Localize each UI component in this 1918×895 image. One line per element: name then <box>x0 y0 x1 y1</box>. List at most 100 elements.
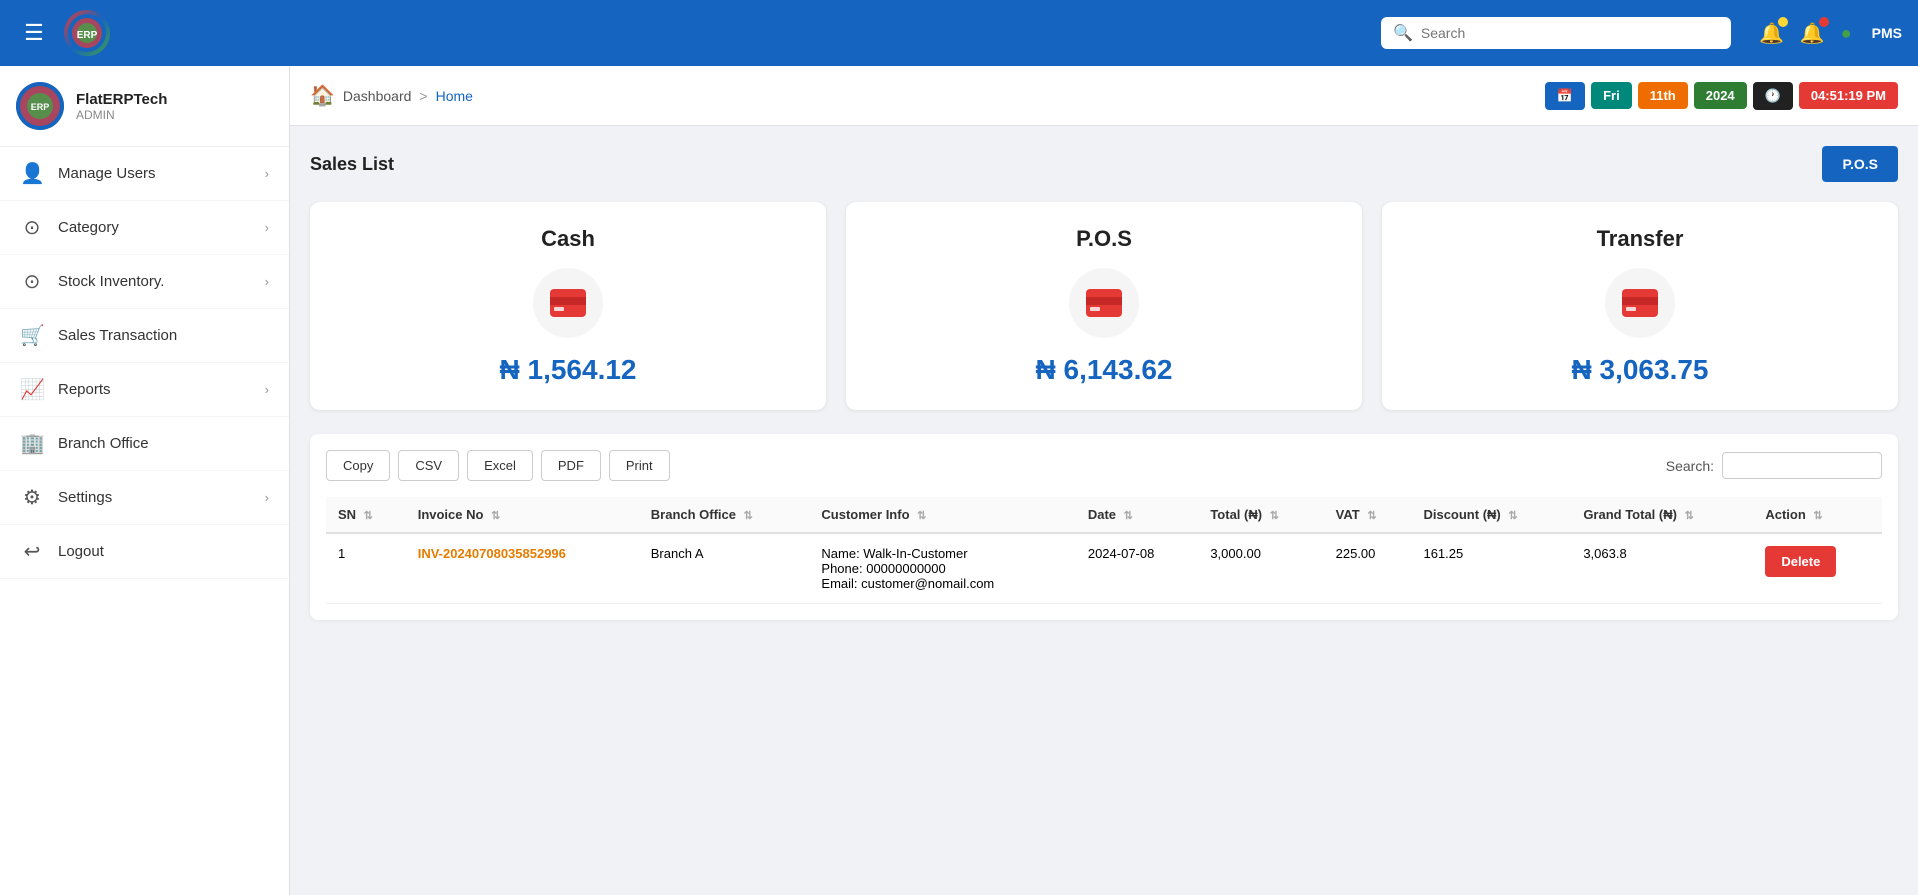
delete-button-0[interactable]: Delete <box>1765 546 1836 577</box>
sidebar-item-sales-transaction[interactable]: 🛒 Sales Transaction <box>0 309 289 363</box>
sort-icon-vat[interactable]: ⇅ <box>1367 510 1376 522</box>
cell-invoice-0: INV-20240708035852996 <box>406 533 639 604</box>
alert-bell-button[interactable]: 🔔 <box>1800 21 1825 46</box>
table-actions: Copy CSV Excel PDF Print Search: <box>326 450 1882 481</box>
card-title-cash: Cash <box>541 226 595 252</box>
pos-button[interactable]: P.O.S <box>1822 146 1898 182</box>
date-badge-clock: 🕐 <box>1753 82 1793 110</box>
table-btn-print[interactable]: Print <box>609 450 670 481</box>
card-amount-pos: ₦ 6,143.62 <box>1036 354 1173 386</box>
cell-sn-0: 1 <box>326 533 406 604</box>
card-title-pos: P.O.S <box>1076 226 1132 252</box>
sidebar-item-label-logout: Logout <box>58 543 269 560</box>
avatar: ERP <box>16 82 64 130</box>
topbar-icons: 🔔 🔔 ● PMS <box>1759 21 1902 46</box>
sort-icon-grand-total[interactable]: ⇅ <box>1685 510 1694 522</box>
date-badge-date: 11th <box>1638 82 1688 109</box>
settings-icon: ⚙ <box>20 485 44 510</box>
menu-button[interactable]: ☰ <box>16 15 52 51</box>
cell-total-0: 3,000.00 <box>1198 533 1323 604</box>
cell-grand-total-0: 3,063.8 <box>1571 533 1753 604</box>
category-icon: ⊙ <box>20 215 44 240</box>
table-header-row: SN ⇅Invoice No ⇅Branch Office ⇅Customer … <box>326 497 1882 533</box>
sort-icon-date[interactable]: ⇅ <box>1124 510 1133 522</box>
sales-transaction-icon: 🛒 <box>20 323 44 348</box>
table-search-area: Search: <box>1666 452 1882 479</box>
cell-date-0: 2024-07-08 <box>1076 533 1198 604</box>
logout-icon: ↩ <box>20 539 44 564</box>
sidebar-item-category[interactable]: ⊙ Category › <box>0 201 289 255</box>
th-action: Action ⇅ <box>1753 497 1882 533</box>
sidebar-nav: 👤 Manage Users › ⊙ Category › ⊙ Stock In… <box>0 147 289 895</box>
th-grand-total: Grand Total (₦) ⇅ <box>1571 497 1753 533</box>
card-title-transfer: Transfer <box>1597 226 1684 252</box>
sort-icon-action[interactable]: ⇅ <box>1813 510 1822 522</box>
sidebar-profile: ERP FlatERPTech ADMIN <box>0 66 289 147</box>
breadcrumb: 🏠 Dashboard > Home <box>310 83 473 108</box>
sidebar-item-settings[interactable]: ⚙ Settings › <box>0 471 289 525</box>
cell-branch-0: Branch A <box>639 533 810 604</box>
table-btn-pdf[interactable]: PDF <box>541 450 601 481</box>
card-icon-circle-transfer <box>1605 268 1675 338</box>
branch-office-icon: 🏢 <box>20 431 44 456</box>
stock-inventory-icon: ⊙ <box>20 269 44 294</box>
date-badge-year: 2024 <box>1694 82 1747 109</box>
card-icon-circle-cash <box>533 268 603 338</box>
svg-text:ERP: ERP <box>77 30 98 41</box>
date-badge-cal: 📅 <box>1545 82 1585 110</box>
main-layout: ERP FlatERPTech ADMIN 👤 Manage Users › ⊙… <box>0 66 1918 895</box>
breadcrumb-dashboard: Dashboard <box>343 88 412 104</box>
table-btn-excel[interactable]: Excel <box>467 450 533 481</box>
sort-icon-sn[interactable]: ⇅ <box>364 510 373 522</box>
topbar: ☰ ERP 🔍 🔔 🔔 ● PMS <box>0 0 1918 66</box>
table-btn-csv[interactable]: CSV <box>398 450 459 481</box>
profile-name: FlatERPTech <box>76 91 167 108</box>
chevron-right-icon-category: › <box>265 220 269 235</box>
search-icon: 🔍 <box>1393 23 1413 43</box>
reports-icon: 📈 <box>20 377 44 402</box>
sidebar-item-label-category: Category <box>58 219 251 236</box>
breadcrumb-separator: > <box>419 88 427 104</box>
search-container: 🔍 <box>1381 17 1731 49</box>
search-label: Search: <box>1666 458 1714 474</box>
table-search-input[interactable] <box>1722 452 1882 479</box>
sidebar-item-logout[interactable]: ↩ Logout <box>0 525 289 579</box>
search-input[interactable] <box>1421 25 1719 41</box>
sidebar: ERP FlatERPTech ADMIN 👤 Manage Users › ⊙… <box>0 66 290 895</box>
table-section: Copy CSV Excel PDF Print Search: SN ⇅Invoice… <box>310 434 1898 620</box>
sidebar-item-stock-inventory[interactable]: ⊙ Stock Inventory. › <box>0 255 289 309</box>
sidebar-item-reports[interactable]: 📈 Reports › <box>0 363 289 417</box>
date-badge-time: 04:51:19 PM <box>1799 82 1898 109</box>
status-icon-button[interactable]: ● <box>1841 23 1852 44</box>
invoice-link-0[interactable]: INV-20240708035852996 <box>418 546 566 561</box>
alert-badge-red <box>1819 17 1829 27</box>
sales-header: Sales List P.O.S <box>310 146 1898 182</box>
sales-title: Sales List <box>310 154 394 175</box>
table-row: 1 INV-20240708035852996 Branch A Name: W… <box>326 533 1882 604</box>
summary-card-cash: Cash ₦ 1,564.12 <box>310 202 826 410</box>
cell-vat-0: 225.00 <box>1324 533 1412 604</box>
sort-icon-branch-office[interactable]: ⇅ <box>744 510 753 522</box>
sort-icon-customer-info[interactable]: ⇅ <box>917 510 926 522</box>
sidebar-item-label-sales-transaction: Sales Transaction <box>58 327 269 344</box>
sidebar-item-manage-users[interactable]: 👤 Manage Users › <box>0 147 289 201</box>
sidebar-item-branch-office[interactable]: 🏢 Branch Office <box>0 417 289 471</box>
sidebar-item-label-reports: Reports <box>58 381 251 398</box>
breadcrumb-current: Home <box>436 88 473 104</box>
table-head: SN ⇅Invoice No ⇅Branch Office ⇅Customer … <box>326 497 1882 533</box>
summary-card-transfer: Transfer ₦ 3,063.75 <box>1382 202 1898 410</box>
chevron-right-icon-reports: › <box>265 382 269 397</box>
svg-text:ERP: ERP <box>31 102 50 112</box>
sort-icon-invoice-no[interactable]: ⇅ <box>491 510 500 522</box>
app-logo: ERP <box>64 10 110 56</box>
home-icon[interactable]: 🏠 <box>310 83 335 108</box>
card-amount-transfer: ₦ 3,063.75 <box>1572 354 1709 386</box>
sidebar-item-label-branch-office: Branch Office <box>58 435 269 452</box>
sidebar-item-label-settings: Settings <box>58 489 251 506</box>
sort-icon-total[interactable]: ⇅ <box>1270 510 1279 522</box>
pms-label: PMS <box>1872 25 1902 41</box>
sales-table: SN ⇅Invoice No ⇅Branch Office ⇅Customer … <box>326 497 1882 604</box>
table-btn-copy[interactable]: Copy <box>326 450 390 481</box>
notification-bell-button[interactable]: 🔔 <box>1759 21 1784 46</box>
sort-icon-discount[interactable]: ⇅ <box>1508 510 1517 522</box>
